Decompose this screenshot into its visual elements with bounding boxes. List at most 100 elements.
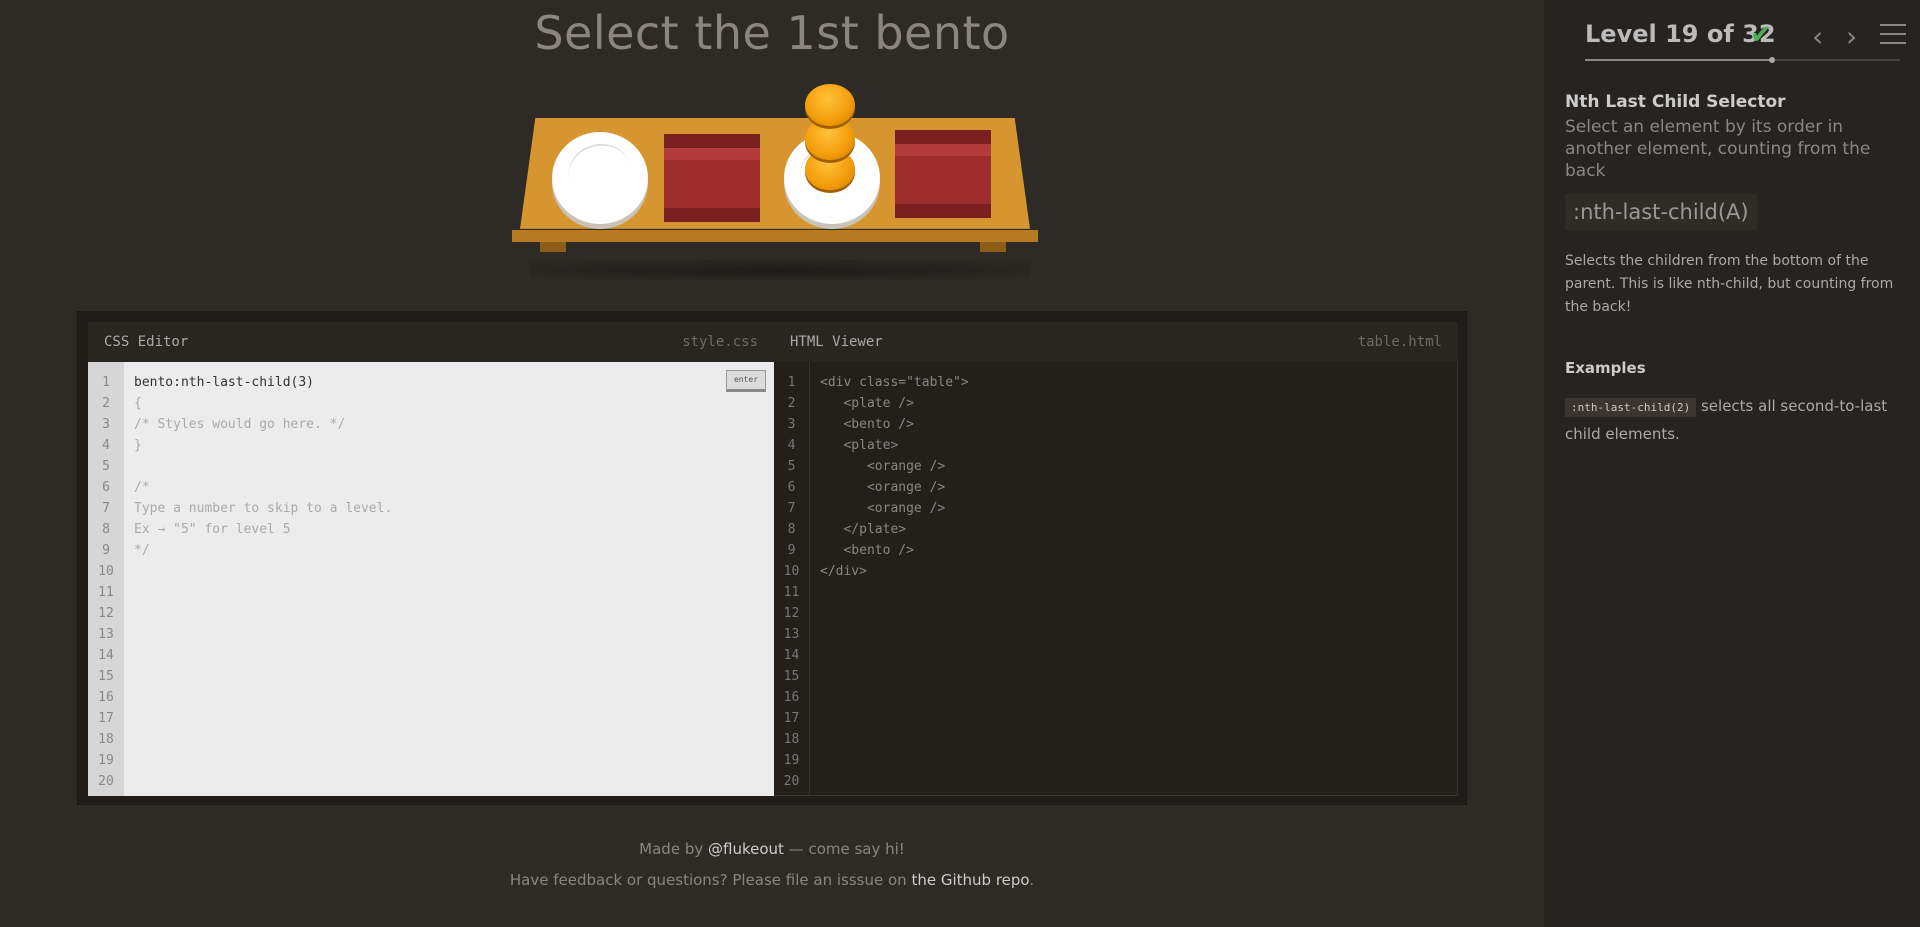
html-code-line: <orange />: [820, 501, 946, 516]
html-code-line: <orange />: [820, 459, 946, 474]
line-number: 10: [783, 564, 800, 579]
css-editor-title: CSS Editor: [104, 334, 189, 350]
line-number: 2: [787, 396, 796, 411]
line-number: 6: [102, 480, 110, 495]
line-number: 20: [98, 774, 114, 789]
next-level-icon[interactable]: ›: [1846, 20, 1857, 53]
selector-title: Select an element by its order in anothe…: [1565, 117, 1871, 181]
bento[interactable]: [664, 134, 760, 222]
html-markup[interactable]: <div class="table"> <plate /> <bento /> …: [810, 362, 1457, 795]
line-number: 17: [98, 711, 114, 726]
table-leg: [980, 242, 1006, 252]
css-placeholder-code: { /* Styles would go here. */} /* Type a n…: [134, 393, 774, 561]
feedback-line: Have feedback or questions? Please file …: [0, 871, 1544, 889]
feedback-suffix: .: [1029, 871, 1035, 889]
line-number: 13: [98, 627, 114, 642]
html-code-line: <div class="table">: [820, 375, 969, 390]
html-viewer-header: HTML Viewer table.html: [774, 322, 1458, 362]
css-code-line: /* Styles would go here. */: [134, 417, 346, 432]
line-number: 1: [102, 375, 110, 390]
menu-icon[interactable]: [1880, 24, 1906, 44]
html-line-numbers: 1 2 3 4 5 6 7 8 9 10 11 12 13 14 15 16 17 18 19 20: [774, 362, 810, 795]
line-number: 19: [783, 753, 800, 768]
html-code-line: <bento />: [820, 417, 914, 432]
sidebar: Level 19 of 32 ✔ ‹ › Nth Last Child Sele…: [1544, 0, 1920, 927]
selector-syntax: :nth-last-child(A): [1565, 194, 1757, 230]
orange[interactable]: [805, 84, 855, 126]
line-number: 20: [783, 774, 800, 789]
html-code-line: <plate>: [820, 438, 899, 453]
level-description: Nth Last Child Selector Select an elemen…: [1565, 92, 1900, 448]
css-code-line: /*: [134, 480, 150, 495]
line-number: 7: [787, 501, 796, 516]
css-code-line: [134, 456, 774, 477]
line-number: 6: [787, 480, 796, 495]
editor: CSS Editor style.css 1 2 3 4 5 6 7 8 9 10 11 12 13 14…: [77, 311, 1467, 805]
html-viewer-filename: table.html: [1357, 334, 1442, 350]
selector-hint: Selects the children from the bottom of …: [1565, 253, 1894, 315]
previous-level-icon[interactable]: ‹: [1812, 20, 1823, 53]
line-number: 18: [98, 732, 114, 747]
html-code-line: </plate>: [820, 522, 907, 537]
css-editor-header: CSS Editor style.css: [88, 322, 774, 362]
line-number: 10: [98, 564, 114, 579]
author-link[interactable]: @flukeout: [708, 840, 784, 858]
html-code-line: <plate />: [820, 396, 914, 411]
css-input[interactable]: bento:nth-last-child(3): [134, 372, 774, 393]
line-number: 15: [98, 669, 114, 684]
line-number: 8: [102, 522, 110, 537]
enter-button[interactable]: enter: [726, 370, 766, 392]
check-icon: ✔: [1750, 20, 1772, 50]
css-editor-pane: CSS Editor style.css 1 2 3 4 5 6 7 8 9 10 11 12 13 14…: [88, 322, 774, 796]
html-code-line: <bento />: [820, 543, 914, 558]
level-progress-fill: [1585, 57, 1776, 63]
line-number: 5: [787, 459, 796, 474]
level-instruction: Select the 1st bento: [534, 6, 1010, 60]
line-number: 3: [102, 417, 110, 432]
line-number: 4: [787, 438, 796, 453]
example-code: :nth-last-child(2): [1565, 398, 1697, 417]
line-number: 19: [98, 753, 114, 768]
examples-heading: Examples: [1565, 359, 1646, 377]
line-number: 2: [102, 396, 110, 411]
css-code-line: Type a number to skip to a level.: [134, 501, 393, 516]
credit-prefix: Made by: [639, 840, 708, 858]
line-number: 18: [783, 732, 800, 747]
example-item: :nth-last-child(2) selects all second-to…: [1565, 393, 1900, 448]
line-number: 17: [783, 711, 800, 726]
css-line-numbers: 1 2 3 4 5 6 7 8 9 10 11 12 13 14 15 16 17 18 19 20: [88, 362, 124, 796]
line-number: 11: [783, 585, 800, 600]
css-code-area[interactable]: bento:nth-last-child(3) { /* Styles would …: [124, 362, 774, 796]
line-number: 13: [783, 627, 800, 642]
css-code-line: Ex → "5" for level 5: [134, 522, 291, 537]
line-number: 3: [787, 417, 796, 432]
line-number: 1: [787, 375, 796, 390]
credit-line: Made by @flukeout — come say hi!: [0, 840, 1544, 858]
line-number: 12: [783, 606, 800, 621]
credit-suffix: — come say hi!: [783, 840, 905, 858]
line-number: 4: [102, 438, 110, 453]
github-repo-link[interactable]: the Github repo: [911, 871, 1029, 889]
table-edge: [512, 230, 1038, 242]
plate[interactable]: [552, 132, 648, 224]
line-number: 9: [787, 543, 796, 558]
bento-table: [500, 70, 1050, 290]
bento[interactable]: [895, 130, 991, 218]
table-shadow: [530, 260, 1030, 280]
feedback-prefix: Have feedback or questions? Please file …: [509, 871, 912, 889]
level-header: Level 19 of 32 ✔ ‹ ›: [1564, 0, 1906, 64]
line-number: 9: [102, 543, 110, 558]
table-leg: [540, 242, 566, 252]
line-number: 8: [787, 522, 796, 537]
html-code-line: </div>: [820, 564, 867, 579]
line-number: 16: [98, 690, 114, 705]
line-number: 11: [98, 585, 114, 600]
level-indicator[interactable]: Level 19 of 32: [1585, 20, 1776, 48]
line-number: 12: [98, 606, 114, 621]
html-code-line: <orange />: [820, 480, 946, 495]
css-code-line: }: [134, 438, 142, 453]
css-code-line: */: [134, 543, 150, 558]
css-code-line: {: [134, 396, 142, 411]
css-editor-filename: style.css: [682, 334, 758, 350]
line-number: 16: [783, 690, 800, 705]
